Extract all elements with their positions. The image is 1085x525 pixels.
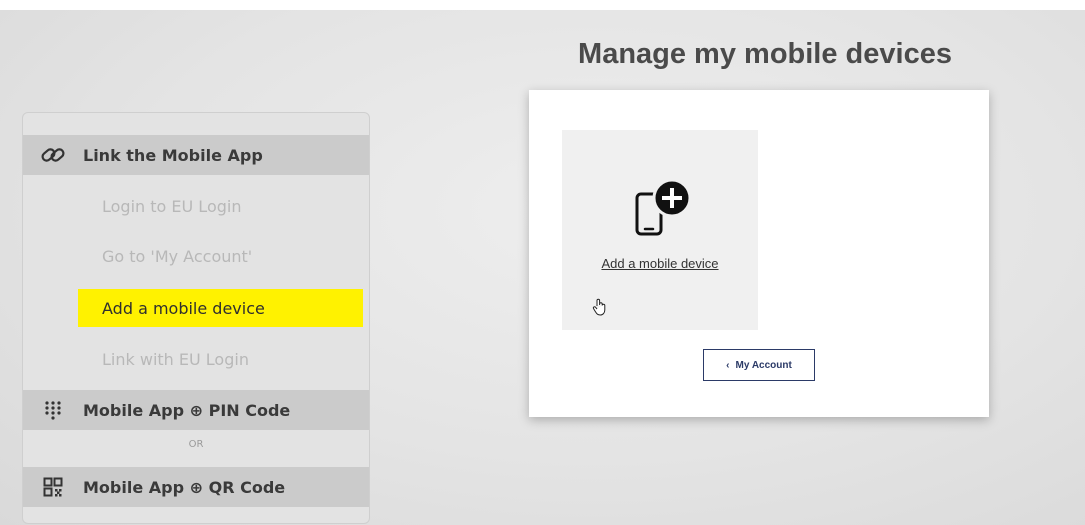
section-qr-code: Mobile App ⊕ QR Code [23, 467, 369, 507]
my-account-label: My Account [735, 359, 792, 371]
top-strip [0, 0, 1085, 10]
substep-link-eu-login: Link with EU Login [102, 349, 249, 369]
section-label: Mobile App ⊕ PIN Code [83, 400, 291, 420]
substep-my-account: Go to 'My Account' [102, 246, 253, 266]
section-label: Link the Mobile App [83, 145, 263, 165]
page-title: Manage my mobile devices [578, 38, 952, 70]
steps-panel: Link the Mobile App Login to EU Login Go… [22, 112, 370, 524]
qr-code-icon [23, 477, 83, 497]
substep-login: Login to EU Login [102, 196, 242, 216]
my-account-button[interactable]: ‹ My Account [703, 349, 815, 381]
chevron-left-icon: ‹ [726, 359, 730, 371]
manage-devices-card: Add a mobile device ‹ My Account [529, 90, 989, 417]
or-separator: OR [188, 439, 204, 450]
substep-add-mobile-device: Add a mobile device [78, 289, 363, 327]
mobile-add-icon [634, 178, 692, 244]
link-icon [23, 145, 83, 165]
section-pin-code: Mobile App ⊕ PIN Code [23, 390, 369, 430]
section-label: Mobile App ⊕ QR Code [83, 477, 286, 497]
keypad-icon [23, 400, 83, 420]
add-device-tile[interactable]: Add a mobile device [562, 130, 758, 330]
hand-cursor-icon [592, 298, 608, 320]
section-link-mobile-app: Link the Mobile App [23, 135, 369, 175]
add-mobile-device-link[interactable]: Add a mobile device [562, 256, 758, 271]
